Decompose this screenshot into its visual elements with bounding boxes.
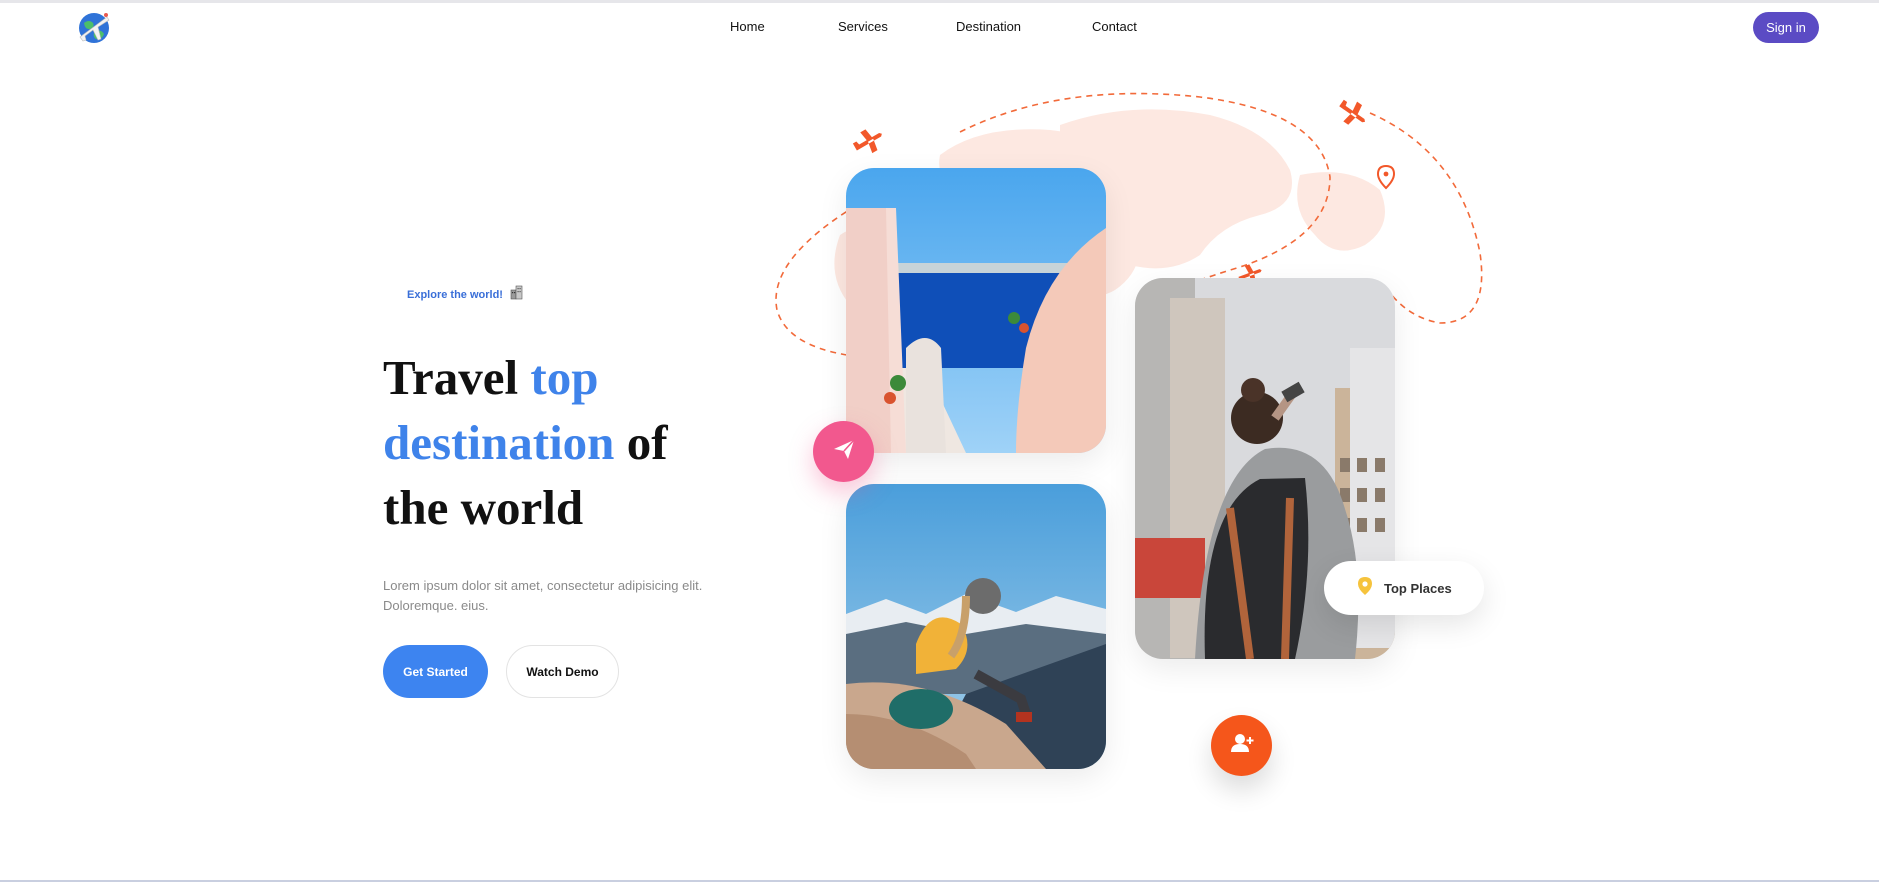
city-buildings-icon [509,284,525,305]
navbar: Home Services Destination Contact Sign i… [0,3,1879,51]
headline-part-1: Travel [383,350,531,405]
nav-destination[interactable]: Destination [956,19,1092,34]
hero-headline: Travel top destination of the world [383,345,743,540]
description-line-1: Lorem ipsum dolor sit amet, consectetur … [383,578,703,593]
nav-contact[interactable]: Contact [1092,19,1137,34]
top-places-label: Top Places [1384,580,1452,596]
add-user-fab[interactable] [1211,715,1272,776]
add-user-icon [1228,729,1256,762]
send-fab[interactable] [813,421,874,482]
watch-demo-button[interactable]: Watch Demo [506,645,619,698]
headline-part-3: the world [383,480,584,535]
photo-santorini [846,168,1106,453]
tagline: Explore the world! [407,284,525,305]
map-pin-icon [1376,164,1396,190]
nav-services[interactable]: Services [838,19,956,34]
top-places-badge[interactable]: Top Places [1324,561,1484,615]
main-nav: Home Services Destination Contact [730,19,1137,34]
sign-in-button[interactable]: Sign in [1753,12,1819,43]
window-bottom-border [0,880,1879,882]
paper-plane-icon [830,435,858,468]
hero-description: Lorem ipsum dolor sit amet, consectetur … [383,576,743,616]
get-started-button[interactable]: Get Started [383,645,488,698]
nav-home[interactable]: Home [730,19,838,34]
globe-airplane-icon[interactable] [75,9,113,47]
headline-accent-top: top [530,350,599,405]
tagline-text: Explore the world! [407,288,503,301]
location-pin-icon [1356,576,1374,601]
description-line-2: Doloremque. eius. [383,598,489,613]
headline-part-2: of [614,415,668,470]
photo-mountain-hiker [846,484,1106,769]
headline-accent-destination: destination [383,415,615,470]
